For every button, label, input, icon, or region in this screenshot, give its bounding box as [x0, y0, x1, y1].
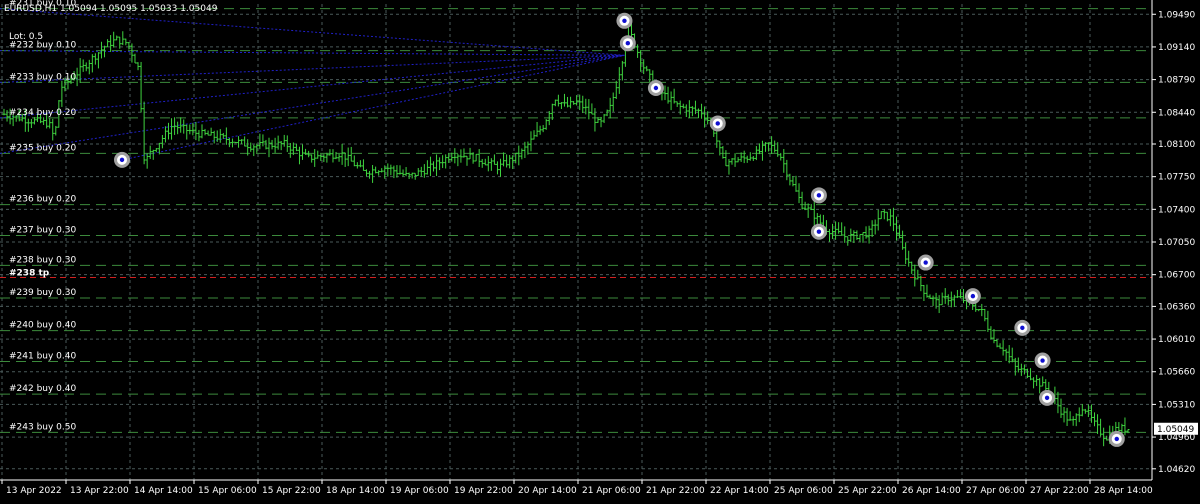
order-label-7: #238 buy 0.30 — [9, 255, 76, 265]
order-marker-9[interactable] — [1014, 319, 1031, 336]
order-label-2: #233 buy 0.10 — [9, 72, 76, 82]
price-tick-label: 1.07750 — [1158, 173, 1195, 183]
order-marker-12[interactable] — [1108, 430, 1125, 447]
marker-dot — [1040, 358, 1045, 363]
marker-dot — [816, 193, 822, 198]
order-marker-5[interactable] — [810, 187, 827, 204]
marker-dot — [816, 229, 822, 234]
order-label-12: #243 buy 0.50 — [9, 422, 76, 432]
price-tick-label: 1.09140 — [1158, 43, 1195, 53]
price-tick-label: 1.08100 — [1158, 140, 1195, 150]
chart-canvas[interactable]: #231 buy 0.10#232 buy 0.10#233 buy 0.10#… — [0, 0, 1200, 500]
marker-dot — [1044, 395, 1050, 401]
time-tick-label: 13 Apr 2022 — [6, 486, 62, 496]
time-tick-label: 21 Apr 22:00 — [646, 486, 705, 496]
order-marker-10[interactable] — [1034, 352, 1051, 369]
price-chart[interactable]: #231 buy 0.10 #232 buy 0.10 #233 buy 0.10 #… — [0, 0, 1200, 500]
price-tick-label: 1.05660 — [1158, 368, 1195, 378]
time-tick-label: 27 Apr 06:00 — [966, 486, 1025, 496]
time-tick-label: 19 Apr 22:00 — [454, 486, 513, 496]
marker-dot — [1114, 436, 1119, 442]
price-tick-label: 1.07050 — [1158, 238, 1195, 248]
marker-dot — [625, 41, 631, 46]
order-marker-2[interactable] — [647, 80, 664, 96]
order-label-11: #242 buy 0.40 — [9, 384, 76, 394]
price-tick-label: 1.04620 — [1158, 465, 1195, 475]
marker-dot — [1020, 325, 1025, 331]
price-tick-label: 1.08790 — [1158, 76, 1195, 86]
order-marker-6[interactable] — [810, 223, 827, 240]
time-tick-label: 25 Apr 06:00 — [774, 486, 833, 496]
order-marker-1[interactable] — [619, 35, 636, 52]
order-marker-11[interactable] — [1039, 389, 1056, 406]
time-tick-label: 22 Apr 14:00 — [710, 486, 769, 496]
order-marker-3[interactable] — [709, 115, 726, 132]
time-tick-label: 13 Apr 22:00 — [70, 486, 129, 496]
time-tick-label: 28 Apr 14:00 — [1094, 486, 1153, 496]
order-marker-8[interactable] — [964, 288, 981, 305]
order-label-3: #234 buy 0.20 — [9, 108, 76, 118]
marker-dot — [622, 18, 627, 23]
time-tick-label: 21 Apr 06:00 — [582, 486, 641, 496]
time-tick-label: 19 Apr 06:00 — [390, 486, 449, 496]
order-label-4: #235 buy 0.20 — [9, 143, 76, 153]
order-label-6: #237 buy 0.30 — [9, 225, 76, 235]
time-tick-label: 26 Apr 14:00 — [902, 486, 961, 496]
price-tick-label: 1.06010 — [1158, 335, 1195, 345]
time-tick-label: 15 Apr 22:00 — [262, 486, 321, 496]
current-price-label: 1.05049 — [1157, 425, 1194, 435]
symbol-header: EURUSD,H1 1.05094 1.05095 1.05033 1.0504… — [4, 4, 218, 14]
order-label-8: #239 buy 0.30 — [9, 288, 76, 298]
price-tick-label: 1.05310 — [1158, 400, 1195, 410]
marker-dot — [970, 293, 976, 299]
marker-dot — [923, 260, 928, 265]
marker-dot — [119, 157, 125, 163]
time-tick-label: 27 Apr 22:00 — [1030, 486, 1089, 496]
tp-label: #238 tp — [9, 268, 50, 278]
order-marker-7[interactable] — [917, 254, 934, 271]
price-tick-label: 1.07400 — [1158, 205, 1195, 215]
order-label-10: #241 buy 0.40 — [9, 351, 76, 361]
order-label-9: #240 buy 0.40 — [9, 321, 76, 331]
order-marker-0[interactable] — [616, 12, 633, 29]
marker-dot — [715, 121, 720, 126]
order-label-5: #236 buy 0.20 — [9, 195, 76, 205]
marker-dot — [653, 85, 659, 91]
lot-label: Lot: 0.5 — [9, 32, 43, 42]
time-tick-label: 15 Apr 06:00 — [198, 486, 257, 496]
order-marker-4[interactable] — [114, 151, 131, 168]
price-tick-label: 1.09490 — [1158, 10, 1195, 20]
current-price-box: 1.05049 — [1154, 422, 1198, 435]
time-tick-label: 20 Apr 14:00 — [518, 486, 577, 496]
price-tick-label: 1.06360 — [1158, 302, 1195, 312]
time-tick-label: 18 Apr 14:00 — [326, 486, 385, 496]
price-tick-label: 1.06700 — [1158, 271, 1195, 281]
order-label-1: #232 buy 0.10 — [9, 41, 76, 51]
time-tick-label: 25 Apr 22:00 — [838, 486, 897, 496]
price-tick-label: 1.08440 — [1158, 108, 1195, 118]
time-tick-label: 14 Apr 14:00 — [134, 486, 193, 496]
